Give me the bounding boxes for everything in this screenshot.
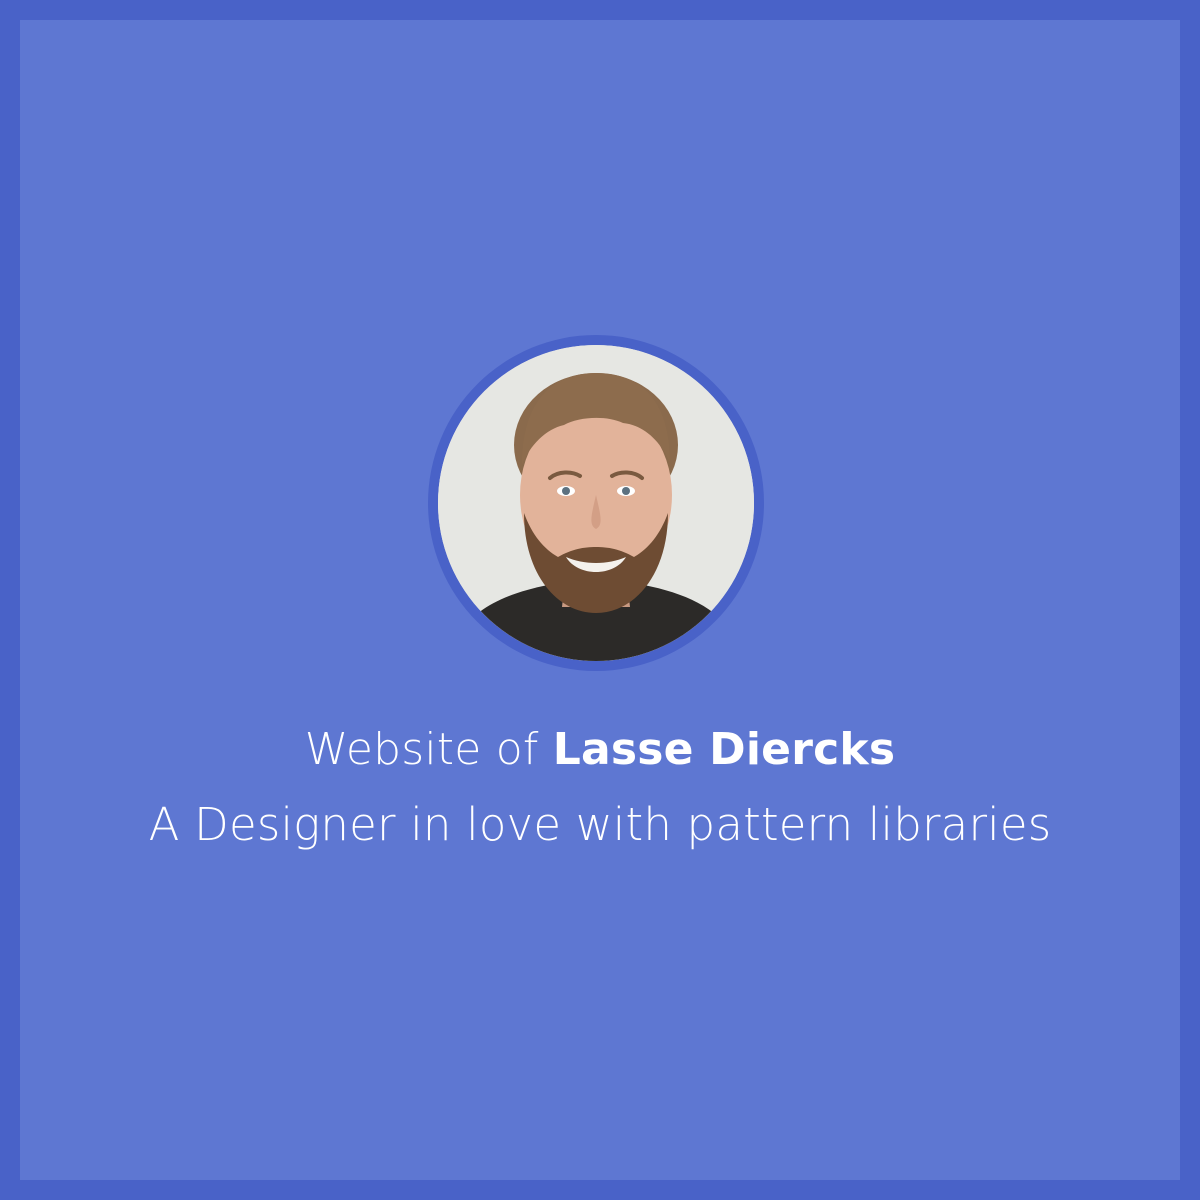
- owner-name: Lasse Diercks: [552, 724, 896, 775]
- avatar: [438, 345, 754, 661]
- intro-prefix: Website of: [304, 724, 553, 775]
- avatar-ring: [428, 335, 764, 671]
- intro-heading: Website of Lasse Diercks: [0, 724, 1200, 775]
- portrait-photo: [438, 345, 754, 661]
- tagline: A Designer in love with pattern librarie…: [148, 798, 1052, 851]
